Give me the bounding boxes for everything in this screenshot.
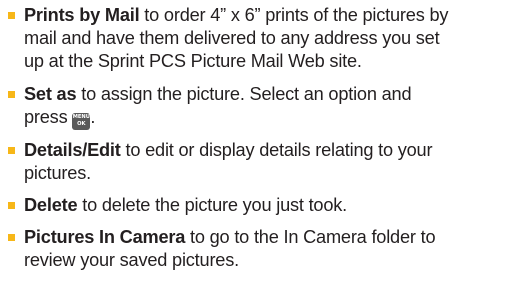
menu-ok-key-icon: MENU OK	[72, 113, 91, 130]
text-line: Prints by Mail to order 4” x 6” prints o…	[24, 4, 528, 27]
list-item-text: Set as to assign the picture. Select an …	[24, 83, 528, 130]
item-term: Details/Edit	[24, 140, 121, 160]
key-label-bottom: OK	[77, 121, 86, 127]
text-line: Details/Edit to edit or display details …	[24, 139, 528, 162]
bullet-marker	[8, 12, 15, 19]
bullet-marker	[8, 91, 15, 98]
list-item-text: Delete to delete the picture you just to…	[24, 194, 528, 217]
item-description: to edit or display details relating to y…	[120, 140, 433, 160]
bullet-marker	[8, 202, 15, 209]
text-line: pictures.	[24, 163, 91, 183]
item-description-tail: .	[90, 107, 96, 127]
key-label-top: MENU	[72, 114, 90, 120]
item-term: Pictures In Camera	[24, 227, 186, 247]
item-description: to delete the picture you just took.	[77, 195, 348, 215]
list-item-text: Prints by Mail to order 4” x 6” prints o…	[24, 4, 528, 73]
bullet-marker	[8, 147, 15, 154]
bullet-marker	[8, 234, 15, 241]
text-line: up at the Sprint PCS Picture Mail Web si…	[24, 51, 362, 71]
bullet-list: Prints by Mail to order 4” x 6” prints o…	[0, 0, 528, 296]
item-term: Prints by Mail	[24, 5, 140, 25]
list-item-text: Pictures In Camera to go to the In Camer…	[24, 226, 528, 272]
item-description: to order 4” x 6” prints of the pictures …	[139, 5, 449, 25]
text-line: Delete to delete the picture you just to…	[24, 194, 528, 217]
item-term: Set as	[24, 84, 77, 104]
item-description: to go to the In Camera folder to	[185, 227, 436, 247]
item-term: Delete	[24, 195, 78, 215]
text-line: Pictures In Camera to go to the In Camer…	[24, 226, 528, 249]
list-item-text: Details/Edit to edit or display details …	[24, 139, 528, 185]
item-description: to assign the picture. Select an option …	[76, 84, 412, 104]
text-line: Set as to assign the picture. Select an …	[24, 83, 528, 106]
text-line: mail and have them delivered to any addr…	[24, 28, 440, 48]
text-line: press MENU OK.	[24, 106, 528, 130]
item-description: press	[24, 107, 73, 127]
text-line: review your saved pictures.	[24, 250, 239, 270]
